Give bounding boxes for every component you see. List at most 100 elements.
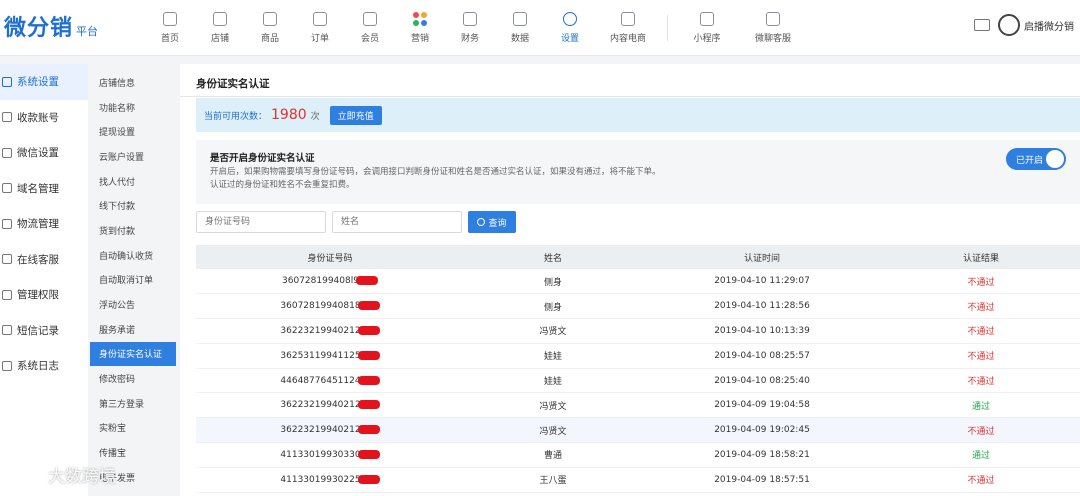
nav-item-4[interactable]: 会员 [345, 0, 395, 56]
toggle-label: 已开启 [1016, 156, 1044, 166]
cell-id-text: 44648776451124 [280, 375, 361, 386]
submenu-item-5[interactable]: 线下付款 [90, 193, 176, 218]
name-input[interactable] [332, 211, 462, 233]
redaction-mark [355, 276, 378, 286]
sidebar-item-4[interactable]: 物流管理 [0, 206, 88, 242]
submenu-item-14[interactable]: 实粉宝 [90, 416, 176, 441]
cell-time-text: 2019-04-09 19:02:45 [714, 425, 810, 436]
cell-time-text: 2019-04-09 19:04:58 [714, 400, 810, 411]
cell-time: 2019-04-10 08:25:40 [642, 368, 882, 394]
nav-item-5[interactable]: 营销 [395, 0, 445, 56]
submenu-item-9[interactable]: 浮动公告 [90, 292, 176, 317]
brand-logo[interactable]: 微分销 平台 [4, 10, 98, 42]
cell-result-text: 通过 [971, 401, 990, 412]
table-row[interactable]: 41133019930225 王八蛋 2019-04-09 18:57:51 不通过 [196, 467, 1080, 493]
table-row[interactable]: 36072819940818 侧身 2019-04-10 11:28:56 不通过 [196, 293, 1080, 320]
submenu-item-12[interactable]: 修改密码 [90, 366, 176, 391]
quota-count: 1980 [271, 107, 307, 123]
logo-text: 微分销 [4, 16, 74, 41]
search-button[interactable]: 查询 [468, 211, 516, 233]
nav-label: 内容电商 [609, 34, 646, 44]
table-row[interactable]: 41133019930330 曹通 2019-04-09 18:58:21 通过 [196, 442, 1080, 468]
mail-icon[interactable] [974, 19, 990, 31]
submenu-item-2[interactable]: 提现设置 [90, 119, 176, 144]
sidebar-item-8[interactable]: 系统日志 [0, 348, 88, 384]
nav-item-6[interactable]: 财务 [445, 0, 495, 56]
avatar[interactable] [998, 14, 1020, 36]
cell-result-text: 不通过 [967, 277, 995, 288]
cell-name: 王八蛋 [464, 467, 642, 493]
id-number-input[interactable] [196, 211, 326, 233]
cell-result-text: 不通过 [967, 302, 995, 313]
sidebar-item-label: 物流管理 [17, 218, 59, 231]
cell-id-text: 360728199408l9 [282, 276, 359, 287]
table-row[interactable]: 36223219940212 冯贤文 2019-04-09 19:04:58 通过 [196, 392, 1080, 419]
cell-result: 不通过 [882, 318, 1080, 344]
table-row[interactable]: 44648776451124 娃娃 2019-04-10 08:25:40 不通过 [196, 368, 1080, 394]
sidebar-item-0[interactable]: 系统设置 [0, 64, 88, 100]
submenu-item-0[interactable]: 店铺信息 [90, 70, 176, 95]
logo-subtext: 平台 [76, 25, 99, 38]
nav-item-8[interactable]: 设置 [545, 0, 595, 56]
cell-result: 不通过 [882, 343, 1080, 369]
table-row[interactable]: 36223219940212 冯贤文 2019-04-09 19:02:45 不通过 [196, 417, 1080, 444]
nav-item-3[interactable]: 订单 [295, 0, 345, 56]
table-row[interactable]: 36223219940212 冯贤文 2019-04-10 10:13:39 不通过 [196, 318, 1080, 344]
cell-result: 通过 [882, 392, 1080, 419]
sidebar-item-6[interactable]: 管理权限 [0, 277, 88, 313]
nav-item-9[interactable]: 内容电商 [595, 0, 661, 56]
cell-name: 娃娃 [464, 343, 642, 369]
sidebar-item-1[interactable]: 收款账号 [0, 100, 88, 136]
nav-item-0[interactable]: 首页 [145, 0, 195, 56]
log-icon [2, 360, 12, 371]
cell-time: 2019-04-10 08:25:57 [642, 343, 882, 369]
cell-id: 36253119941125 [196, 343, 464, 369]
cell-result: 不通过 [882, 417, 1080, 444]
table-row[interactable]: 36253119941125 娃娃 2019-04-10 08:25:57 不通过 [196, 343, 1080, 369]
cell-name-text: 冯贤文 [539, 426, 567, 437]
cell-id-text: 36223219940212 [280, 400, 361, 411]
cell-result-text: 不通过 [967, 476, 995, 487]
cell-name: 娃娃 [464, 368, 642, 394]
cell-name: 侧身 [464, 269, 642, 295]
permission-icon [2, 289, 12, 300]
enable-toggle[interactable]: 已开启 [1006, 148, 1066, 170]
submenu-item-4[interactable]: 找人代付 [90, 169, 176, 194]
table-row[interactable]: 360728199408l9 侧身 2019-04-10 11:29:07 不通过 [196, 269, 1080, 295]
submenu-item-3[interactable]: 云账户设置 [90, 144, 176, 169]
cell-id: 36223219940212 [196, 392, 464, 419]
cell-id-text: 36253119941125 [280, 350, 361, 361]
nav-item-11[interactable]: 微聊客服 [740, 0, 806, 56]
nav-item-2[interactable]: 商品 [245, 0, 295, 56]
nav-label: 首页 [160, 34, 179, 44]
submenu-item-11[interactable]: 身份证实名认证 [90, 341, 176, 367]
nav-item-1[interactable]: 店铺 [195, 0, 245, 56]
redaction-mark [357, 350, 380, 360]
cell-id: 41133019930225 [196, 467, 464, 493]
nav-label: 数据 [510, 34, 529, 44]
submenu-item-1[interactable]: 功能名称 [90, 95, 176, 120]
submenu-item-10[interactable]: 服务承诺 [90, 317, 176, 342]
sidebar-item-label: 系统设置 [17, 76, 59, 89]
sidebar-item-7[interactable]: 短信记录 [0, 313, 88, 349]
cell-time: 2019-04-10 10:13:39 [642, 318, 882, 344]
miniapp-icon [700, 12, 714, 26]
cell-time: 2019-04-09 19:04:58 [642, 392, 882, 419]
submenu-item-13[interactable]: 第三方登录 [90, 391, 176, 416]
nav-item-7[interactable]: 数据 [495, 0, 545, 56]
cell-name: 冯贤文 [464, 417, 642, 444]
username[interactable]: 启播微分销 [1024, 18, 1074, 33]
submenu-item-7[interactable]: 自动确认收货 [90, 243, 176, 268]
domain-icon [2, 183, 12, 194]
submenu-item-6[interactable]: 货到付款 [90, 218, 176, 243]
submenu-item-8[interactable]: 自动取消订单 [90, 268, 176, 293]
sidebar-item-3[interactable]: 域名管理 [0, 171, 88, 207]
nav-label: 订单 [310, 34, 329, 44]
system-settings-icon [2, 76, 12, 87]
sidebar-item-2[interactable]: 微信设置 [0, 135, 88, 171]
nav-item-10[interactable]: 小程序 [674, 0, 740, 56]
recharge-button[interactable]: 立即充值 [329, 105, 382, 125]
cell-time-text: 2019-04-10 11:28:56 [714, 301, 810, 312]
nav-label: 店铺 [210, 34, 229, 44]
sidebar-item-5[interactable]: 在线客服 [0, 242, 88, 278]
